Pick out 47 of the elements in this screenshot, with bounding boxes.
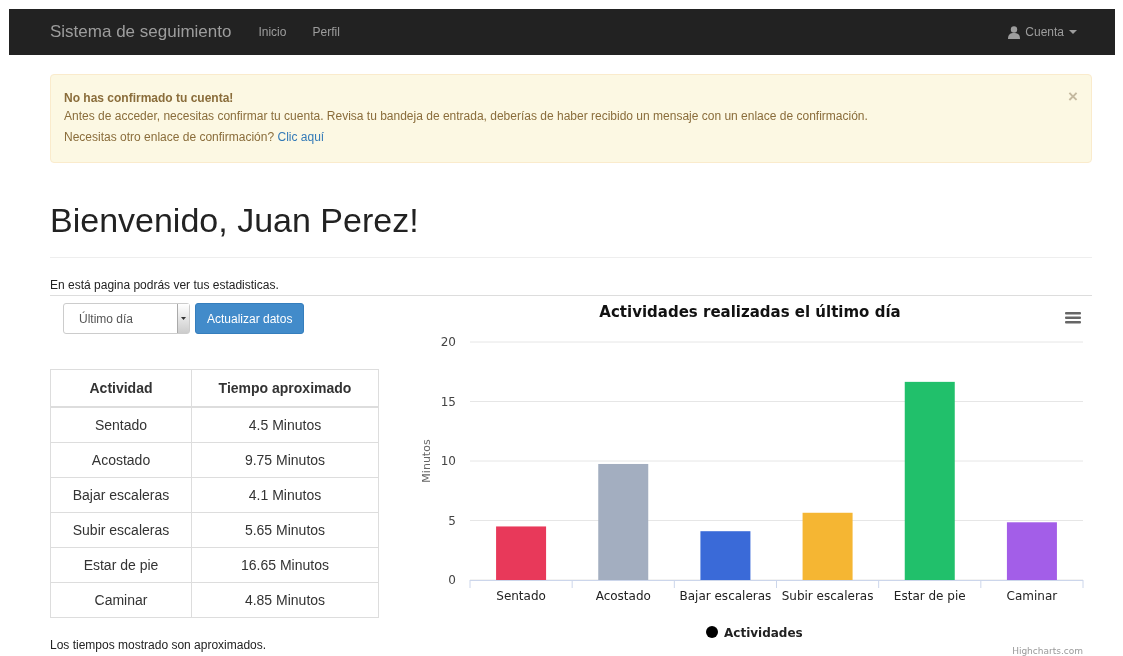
account-dropdown[interactable]: Cuenta: [1008, 25, 1077, 39]
category-label: Subir escaleras: [781, 589, 874, 603]
table-cell: 9.75 Minutos: [191, 442, 379, 478]
alert-title: No has confirmado tu cuenta!: [64, 90, 234, 106]
legend-label[interactable]: Actividades: [724, 625, 803, 640]
category-label: Acostado: [595, 589, 651, 603]
category-label: Bajar escaleras: [679, 589, 772, 603]
legend-dot[interactable]: [706, 626, 718, 638]
table-cell: 4.5 Minutos: [191, 407, 379, 443]
alert-message: Antes de acceder, necesitas confirmar tu cuenta. Revisa tu bandeja de entrada, deberías de haber recibido un mensaje con un enlace de confirmación.: [64, 108, 869, 125]
table-cell: Sentado: [50, 407, 192, 443]
footnote-text: Los tiempos mostrado son aproximados.: [50, 638, 268, 652]
nav-link[interactable]: Perfil: [312, 25, 340, 39]
user-icon: [1008, 25, 1021, 39]
resend-link[interactable]: Clic aquí: [277, 130, 325, 144]
table-cell: Subir escaleras: [50, 512, 192, 548]
table-cell: Acostado: [50, 442, 192, 478]
y-tick-label: 10: [440, 454, 456, 468]
category-label: Caminar: [1006, 589, 1058, 603]
page-heading: Bienvenido, Juan Perez!: [50, 200, 420, 240]
caret-icon: [1069, 30, 1077, 34]
update-button[interactable]: Actualizar datos: [195, 303, 305, 334]
intro-text: En está pagina podrás ver tus estadisticas.: [50, 277, 280, 293]
table-cell: 4.85 Minutos: [191, 582, 379, 618]
brand-link[interactable]: Sistema de seguimiento: [50, 22, 232, 42]
y-axis-title: Minutos: [420, 439, 433, 483]
credits-link[interactable]: Highcharts.com: [1012, 646, 1083, 656]
table-cell: 5.65 Minutos: [191, 512, 379, 548]
column-header: Actividad: [50, 369, 192, 407]
caret-icon: [181, 317, 186, 320]
chart-title: Actividades realizadas el último día: [599, 303, 901, 321]
table-cell: Caminar: [50, 582, 192, 618]
menu-icon[interactable]: [1065, 312, 1081, 324]
y-tick-label: 15: [440, 394, 456, 409]
category-label: Estar de pie: [893, 589, 966, 603]
alert-question: Necesitas otro enlace de confirmación?: [64, 130, 275, 144]
nav-link[interactable]: Inicio: [258, 25, 287, 39]
table-cell: 16.65 Minutos: [191, 547, 379, 583]
column-header: Tiempo aproximado: [191, 369, 379, 407]
table-cell: 4.1 Minutos: [191, 477, 379, 513]
period-select[interactable]: Último día: [63, 303, 190, 334]
y-tick-label: 5: [448, 513, 456, 528]
table-cell: Estar de pie: [50, 547, 192, 583]
category-label: Sentado: [496, 589, 546, 603]
table-cell: Bajar escaleras: [50, 477, 192, 513]
y-tick-label: 0: [448, 573, 456, 587]
y-tick-label: 20: [440, 335, 456, 349]
